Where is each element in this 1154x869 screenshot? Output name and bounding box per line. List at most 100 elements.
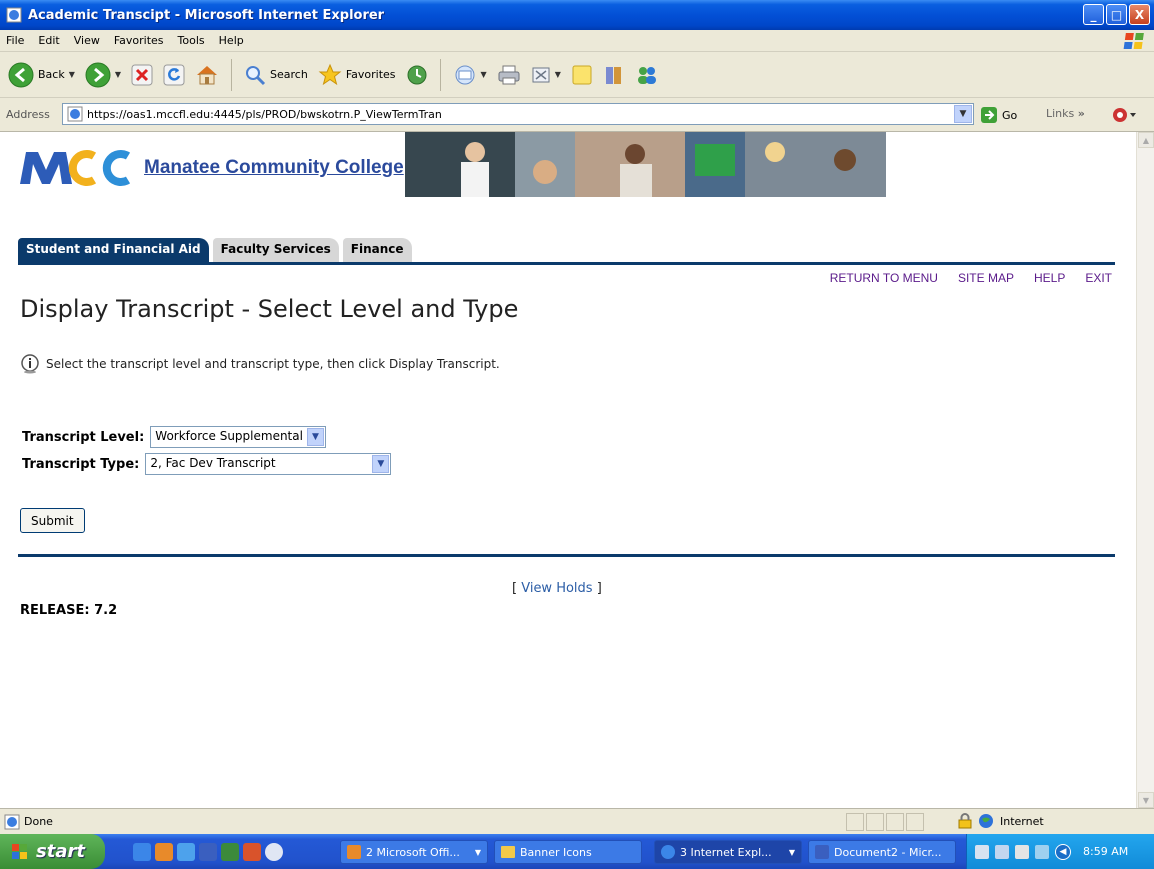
pen-tray-icon[interactable] [975,844,989,859]
research-button[interactable] [601,57,627,93]
transcript-type-select[interactable]: 2, Fac Dev Transcript ▼ [145,453,392,475]
close-button[interactable]: X [1129,4,1150,25]
help-link[interactable]: HELP [1034,271,1065,285]
task-label: Banner Icons [520,845,592,859]
minimize-button[interactable]: _ [1083,4,1104,25]
site-map-link[interactable]: SITE MAP [958,271,1014,285]
maximize-button[interactable]: □ [1106,4,1127,25]
go-label: Go [1002,108,1018,122]
forward-dropdown-icon[interactable]: ▼ [115,70,121,79]
menu-help[interactable]: Help [219,34,244,47]
chevron-down-icon: ▼ [474,847,481,857]
address-dropdown-icon[interactable]: ▼ [954,105,972,123]
translate-button[interactable] [1112,106,1138,127]
handwriting-tray-icon[interactable] [1015,844,1029,859]
mail-dropdown-icon[interactable]: ▼ [481,70,487,79]
back-button[interactable]: Back ▼ [6,57,77,93]
links-button[interactable]: Links » [1046,107,1085,120]
taskbar-item-word-document[interactable]: Document2 - Micr... [808,840,956,864]
toolbar-separator [231,58,233,91]
edit-dropdown-icon[interactable]: ▼ [555,70,561,79]
translate-icon [1113,108,1136,122]
vertical-scrollbar[interactable]: ▲ ▼ [1136,132,1154,808]
go-button[interactable]: Go [980,106,1017,124]
print-button[interactable] [495,57,523,93]
network-tray-icon[interactable] [1035,844,1049,859]
status-cell [906,813,924,831]
release-version: RELEASE: 7.2 [20,603,118,618]
history-icon [407,65,427,84]
home-icon [197,65,218,84]
address-input[interactable]: https://oas1.mccfl.edu:4445/pls/PROD/bws… [62,103,974,125]
search-icon [246,65,266,85]
history-button[interactable] [404,57,430,93]
favorites-label: Favorites [345,68,396,81]
forward-button[interactable]: ▼ [83,57,123,93]
taskbar-item-banner-icons[interactable]: Banner Icons [494,840,642,864]
clock[interactable]: 8:59 AM [1083,845,1128,858]
task-label: 3 Internet Expl... [680,845,772,859]
back-dropdown-icon[interactable]: ▼ [69,70,75,79]
windows-logo-icon [1123,33,1144,49]
tab-finance[interactable]: Finance [342,238,412,262]
outlook-quicklaunch-icon[interactable] [155,842,173,861]
page-viewport: Manatee Community College Student and Fi… [0,132,1136,808]
main-tabs: Student and Financial Aid Faculty Servic… [18,238,412,262]
menu-view[interactable]: View [74,34,100,47]
submit-button[interactable]: Submit [20,508,85,533]
transcript-level-select[interactable]: Workforce Supplemental ▼ [150,426,326,448]
security-zone[interactable]: Internet [958,813,1044,829]
chevron-down-icon[interactable]: ▼ [306,428,324,446]
task-label: 2 Microsoft Offi... [366,845,460,859]
mcc-logo-icon [20,150,131,186]
back-arrow-icon [8,62,34,87]
chevron-down-icon[interactable]: ▼ [372,455,390,473]
menu-edit[interactable]: Edit [38,34,59,47]
powerpoint-quicklaunch-icon[interactable] [243,842,261,861]
messenger-button[interactable] [633,57,661,93]
system-tray: ◀ 8:59 AM [966,834,1154,869]
ie-quicklaunch-icon[interactable] [133,842,151,861]
menu-file[interactable]: File [6,34,24,47]
view-holds-link[interactable]: View Holds [521,581,592,596]
ie-page-icon [6,7,22,23]
links-label: Links [1046,107,1075,120]
college-logo[interactable]: Manatee Community College [16,148,404,188]
edit-button[interactable]: ▼ [529,57,563,93]
start-button[interactable]: start [0,834,105,869]
transcript-level-label: Transcript Level: [22,429,145,445]
tray-expand-icon[interactable]: ◀ [1055,843,1071,860]
excel-quicklaunch-icon[interactable] [221,842,239,861]
tab-underline [18,262,1115,265]
exit-link[interactable]: EXIT [1085,271,1112,285]
status-cell [846,813,864,831]
tab-student-financial-aid[interactable]: Student and Financial Aid [18,238,209,262]
stop-button[interactable] [129,57,155,93]
word-quicklaunch-icon[interactable] [199,842,217,861]
favorites-button[interactable]: Favorites [316,57,398,93]
taskbar-item-internet-explorer[interactable]: 3 Internet Expl... ▼ [654,840,802,864]
browser-quicklaunch-icon[interactable] [177,842,195,861]
transcript-type-label: Transcript Type: [22,456,140,472]
content-divider [18,554,1115,557]
mail-button[interactable]: ▼ [451,57,489,93]
return-to-menu-link[interactable]: RETURN TO MENU [830,271,938,285]
transcript-type-row: Transcript Type: 2, Fac Dev Transcript ▼ [22,453,392,475]
home-button[interactable] [193,57,221,93]
taskbar-item-outlook[interactable]: 2 Microsoft Offi... ▼ [340,840,488,864]
search-button[interactable]: Search [242,57,310,93]
menu-tools[interactable]: Tools [178,34,205,47]
discuss-button[interactable] [569,57,595,93]
refresh-button[interactable] [161,57,187,93]
tab-faculty-services[interactable]: Faculty Services [212,238,339,262]
media-quicklaunch-icon[interactable] [265,842,283,861]
menu-favorites[interactable]: Favorites [114,34,164,47]
research-book-icon [605,66,621,84]
info-text: Select the transcript level and transcri… [46,357,500,371]
refresh-icon [163,64,185,85]
scroll-up-icon[interactable]: ▲ [1138,132,1154,148]
tablet-tray-icon[interactable] [995,844,1009,859]
window-title-bar[interactable]: Academic Transcipt - Microsoft Internet … [0,0,1154,30]
chevron-down-icon: ▼ [788,847,795,857]
scroll-down-icon[interactable]: ▼ [1138,792,1154,808]
